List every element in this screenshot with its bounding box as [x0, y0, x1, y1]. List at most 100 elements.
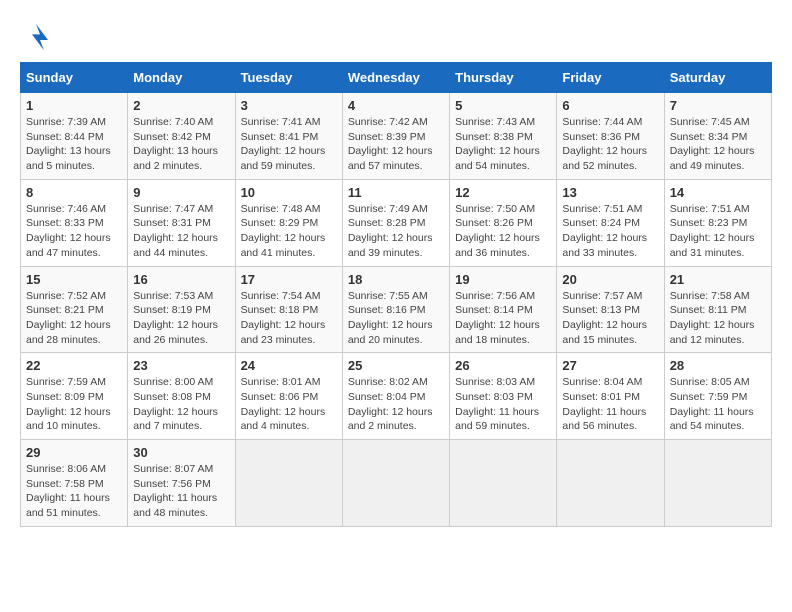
day-info: Sunrise: 7:52 AM Sunset: 8:21 PM Dayligh… — [26, 289, 122, 348]
calendar-cell: 22 Sunrise: 7:59 AM Sunset: 8:09 PM Dayl… — [21, 353, 128, 440]
sunset-label: Sunset: 8:03 PM — [455, 391, 533, 403]
day-number: 3 — [241, 98, 337, 113]
day-number: 27 — [562, 358, 658, 373]
calendar-table: SundayMondayTuesdayWednesdayThursdayFrid… — [20, 62, 772, 527]
daylight-label: Daylight: 12 hours and 26 minutes. — [133, 319, 218, 346]
day-info: Sunrise: 7:55 AM Sunset: 8:16 PM Dayligh… — [348, 289, 444, 348]
day-number: 18 — [348, 272, 444, 287]
calendar-cell — [664, 440, 771, 527]
day-number: 15 — [26, 272, 122, 287]
sunset-label: Sunset: 8:24 PM — [562, 217, 640, 229]
day-info: Sunrise: 7:49 AM Sunset: 8:28 PM Dayligh… — [348, 202, 444, 261]
sunset-label: Sunset: 8:44 PM — [26, 131, 104, 143]
sunset-label: Sunset: 8:21 PM — [26, 304, 104, 316]
sunset-label: Sunset: 8:11 PM — [670, 304, 747, 316]
daylight-label: Daylight: 12 hours and 18 minutes. — [455, 319, 540, 346]
day-number: 19 — [455, 272, 551, 287]
calendar-cell: 8 Sunrise: 7:46 AM Sunset: 8:33 PM Dayli… — [21, 179, 128, 266]
sunrise-label: Sunrise: 7:47 AM — [133, 203, 213, 215]
day-number: 20 — [562, 272, 658, 287]
day-number: 10 — [241, 185, 337, 200]
day-info: Sunrise: 7:53 AM Sunset: 8:19 PM Dayligh… — [133, 289, 229, 348]
sunset-label: Sunset: 8:09 PM — [26, 391, 104, 403]
sunrise-label: Sunrise: 7:56 AM — [455, 290, 535, 302]
calendar-cell — [235, 440, 342, 527]
logo — [20, 20, 56, 52]
day-info: Sunrise: 7:48 AM Sunset: 8:29 PM Dayligh… — [241, 202, 337, 261]
day-info: Sunrise: 7:43 AM Sunset: 8:38 PM Dayligh… — [455, 115, 551, 174]
day-number: 5 — [455, 98, 551, 113]
daylight-label: Daylight: 11 hours and 59 minutes. — [455, 406, 539, 433]
daylight-label: Daylight: 12 hours and 31 minutes. — [670, 232, 755, 259]
calendar-cell: 5 Sunrise: 7:43 AM Sunset: 8:38 PM Dayli… — [450, 93, 557, 180]
day-number: 7 — [670, 98, 766, 113]
logo-icon — [20, 20, 52, 52]
sunset-label: Sunset: 7:59 PM — [670, 391, 748, 403]
calendar-cell: 3 Sunrise: 7:41 AM Sunset: 8:41 PM Dayli… — [235, 93, 342, 180]
day-number: 6 — [562, 98, 658, 113]
calendar-cell: 28 Sunrise: 8:05 AM Sunset: 7:59 PM Dayl… — [664, 353, 771, 440]
sunrise-label: Sunrise: 7:51 AM — [670, 203, 750, 215]
day-number: 2 — [133, 98, 229, 113]
calendar-cell: 13 Sunrise: 7:51 AM Sunset: 8:24 PM Dayl… — [557, 179, 664, 266]
day-number: 12 — [455, 185, 551, 200]
day-info: Sunrise: 7:39 AM Sunset: 8:44 PM Dayligh… — [26, 115, 122, 174]
sunset-label: Sunset: 8:08 PM — [133, 391, 211, 403]
sunrise-label: Sunrise: 8:06 AM — [26, 463, 106, 475]
day-header-thursday: Thursday — [450, 63, 557, 93]
calendar-cell: 19 Sunrise: 7:56 AM Sunset: 8:14 PM Dayl… — [450, 266, 557, 353]
sunset-label: Sunset: 8:01 PM — [562, 391, 640, 403]
calendar-week-5: 29 Sunrise: 8:06 AM Sunset: 7:58 PM Dayl… — [21, 440, 772, 527]
day-info: Sunrise: 7:54 AM Sunset: 8:18 PM Dayligh… — [241, 289, 337, 348]
sunrise-label: Sunrise: 7:39 AM — [26, 116, 106, 128]
calendar-week-4: 22 Sunrise: 7:59 AM Sunset: 8:09 PM Dayl… — [21, 353, 772, 440]
day-number: 23 — [133, 358, 229, 373]
daylight-label: Daylight: 12 hours and 44 minutes. — [133, 232, 218, 259]
calendar-cell: 15 Sunrise: 7:52 AM Sunset: 8:21 PM Dayl… — [21, 266, 128, 353]
day-info: Sunrise: 7:44 AM Sunset: 8:36 PM Dayligh… — [562, 115, 658, 174]
daylight-label: Daylight: 12 hours and 12 minutes. — [670, 319, 755, 346]
calendar-cell: 17 Sunrise: 7:54 AM Sunset: 8:18 PM Dayl… — [235, 266, 342, 353]
sunset-label: Sunset: 8:06 PM — [241, 391, 319, 403]
day-info: Sunrise: 7:50 AM Sunset: 8:26 PM Dayligh… — [455, 202, 551, 261]
sunset-label: Sunset: 8:04 PM — [348, 391, 426, 403]
calendar-cell: 7 Sunrise: 7:45 AM Sunset: 8:34 PM Dayli… — [664, 93, 771, 180]
day-number: 14 — [670, 185, 766, 200]
day-number: 9 — [133, 185, 229, 200]
day-info: Sunrise: 7:42 AM Sunset: 8:39 PM Dayligh… — [348, 115, 444, 174]
sunset-label: Sunset: 8:33 PM — [26, 217, 104, 229]
sunrise-label: Sunrise: 8:02 AM — [348, 376, 428, 388]
daylight-label: Daylight: 11 hours and 51 minutes. — [26, 492, 110, 519]
daylight-label: Daylight: 12 hours and 7 minutes. — [133, 406, 218, 433]
day-header-friday: Friday — [557, 63, 664, 93]
sunrise-label: Sunrise: 8:01 AM — [241, 376, 321, 388]
sunrise-label: Sunrise: 8:07 AM — [133, 463, 213, 475]
daylight-label: Daylight: 11 hours and 48 minutes. — [133, 492, 217, 519]
sunrise-label: Sunrise: 7:41 AM — [241, 116, 321, 128]
day-info: Sunrise: 7:45 AM Sunset: 8:34 PM Dayligh… — [670, 115, 766, 174]
day-number: 26 — [455, 358, 551, 373]
sunrise-label: Sunrise: 7:54 AM — [241, 290, 321, 302]
sunrise-label: Sunrise: 7:46 AM — [26, 203, 106, 215]
calendar-cell: 12 Sunrise: 7:50 AM Sunset: 8:26 PM Dayl… — [450, 179, 557, 266]
day-number: 17 — [241, 272, 337, 287]
sunset-label: Sunset: 8:26 PM — [455, 217, 533, 229]
daylight-label: Daylight: 12 hours and 41 minutes. — [241, 232, 326, 259]
calendar-cell: 30 Sunrise: 8:07 AM Sunset: 7:56 PM Dayl… — [128, 440, 235, 527]
sunset-label: Sunset: 7:58 PM — [26, 478, 104, 490]
sunset-label: Sunset: 8:19 PM — [133, 304, 211, 316]
daylight-label: Daylight: 12 hours and 47 minutes. — [26, 232, 111, 259]
day-number: 22 — [26, 358, 122, 373]
day-info: Sunrise: 7:58 AM Sunset: 8:11 PM Dayligh… — [670, 289, 766, 348]
sunrise-label: Sunrise: 8:00 AM — [133, 376, 213, 388]
day-info: Sunrise: 7:51 AM Sunset: 8:23 PM Dayligh… — [670, 202, 766, 261]
daylight-label: Daylight: 11 hours and 56 minutes. — [562, 406, 646, 433]
calendar-header-row: SundayMondayTuesdayWednesdayThursdayFrid… — [21, 63, 772, 93]
sunrise-label: Sunrise: 8:04 AM — [562, 376, 642, 388]
sunrise-label: Sunrise: 8:05 AM — [670, 376, 750, 388]
sunset-label: Sunset: 8:18 PM — [241, 304, 319, 316]
sunrise-label: Sunrise: 7:49 AM — [348, 203, 428, 215]
sunset-label: Sunset: 8:41 PM — [241, 131, 319, 143]
day-info: Sunrise: 7:41 AM Sunset: 8:41 PM Dayligh… — [241, 115, 337, 174]
day-header-monday: Monday — [128, 63, 235, 93]
